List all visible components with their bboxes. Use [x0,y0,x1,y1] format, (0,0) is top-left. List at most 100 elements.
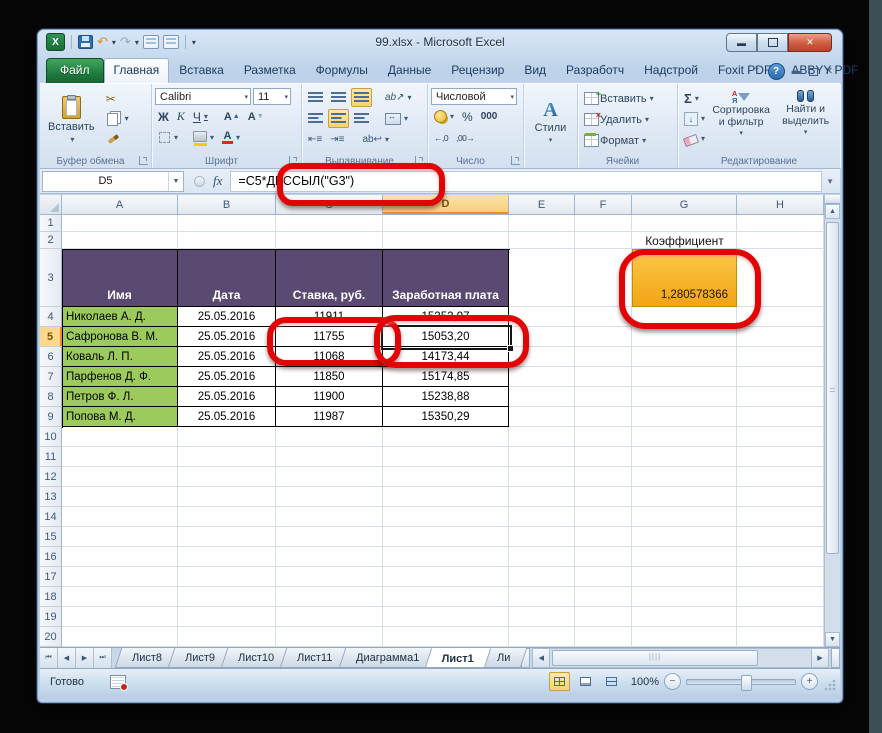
horizontal-scroll-thumb[interactable] [552,650,757,666]
next-sheet-icon[interactable]: ▶ [76,648,94,668]
cell-salary-d9[interactable]: 15350,29 [383,407,509,427]
orientation-button[interactable]: ab↗ [382,88,415,107]
table-header-cell-A3[interactable]: Имя [62,249,178,307]
row-header-19[interactable]: 19 [40,607,62,627]
row-header-9[interactable]: 9 [40,407,62,427]
insert-cells-button[interactable]: Вставить [581,89,657,108]
close-button[interactable]: ✕ [788,33,832,52]
table-header-cell-B3[interactable]: Дата [178,249,276,307]
zoom-out-button[interactable]: − [664,673,681,690]
cell-salary-d4[interactable]: 15252,97 [383,307,509,327]
vertical-split-handle[interactable] [825,195,840,204]
cell-rate-c9[interactable]: 11987 [276,407,383,427]
table-header-cell-D3[interactable]: Заработная плата [383,249,509,307]
scrollbar-splitter[interactable] [831,648,840,668]
cell-date-b5[interactable]: 25.05.2016 [178,327,276,347]
increase-font-button[interactable]: А▲ [221,107,243,126]
wrap-text-button[interactable]: ab↩ [359,130,392,149]
ribbon-tab-главная[interactable]: Главная [104,58,170,83]
bold-button[interactable]: Ж [155,107,172,126]
cell-date-b8[interactable]: 25.05.2016 [178,387,276,407]
row-header-18[interactable]: 18 [40,587,62,607]
comma-style-button[interactable]: 000 [478,107,501,126]
row-header-13[interactable]: 13 [40,487,62,507]
row-header-2[interactable]: 2 [40,232,62,249]
ribbon-tab-разметка[interactable]: Разметка [234,58,306,83]
zoom-level[interactable]: 100% [627,676,659,688]
cell-name-a6[interactable]: Коваль Л. П. [62,347,178,367]
cell-salary-d8[interactable]: 15238,88 [383,387,509,407]
clipboard-dialog-launcher[interactable] [139,156,148,165]
column-header-F[interactable]: F [575,195,632,214]
row-header-7[interactable]: 7 [40,367,62,387]
cell-rate-c8[interactable]: 11900 [276,387,383,407]
ribbon-tab-разработч[interactable]: Разработч [556,58,634,83]
column-header-B[interactable]: B [178,195,276,214]
ribbon-tab-данные[interactable]: Данные [378,58,441,83]
decrease-decimal-button[interactable]: ,00→ [453,128,477,147]
number-dialog-launcher[interactable] [511,156,520,165]
align-right-button[interactable] [351,109,372,128]
row-header-16[interactable]: 16 [40,547,62,567]
horizontal-scroll-track[interactable] [550,648,811,668]
cell-name-a9[interactable]: Попова М. Д. [62,407,178,427]
cell-date-b9[interactable]: 25.05.2016 [178,407,276,427]
row-header-1[interactable]: 1 [40,215,62,232]
fill-button[interactable]: ↓ [681,109,708,128]
delete-cells-button[interactable]: Удалить [581,110,652,129]
row-header-4[interactable]: 4 [40,307,62,327]
alignment-dialog-launcher[interactable] [415,156,424,165]
last-sheet-icon[interactable]: ⏭ [94,648,112,668]
row-header-17[interactable]: 17 [40,567,62,587]
book-restore-icon[interactable] [809,68,818,76]
column-header-C[interactable]: C [276,195,383,214]
previous-sheet-icon[interactable]: ◀ [58,648,76,668]
cell-name-a4[interactable]: Николаев А. Д. [62,307,178,327]
find-select-button[interactable]: Найти и выделить ▾ [774,87,837,153]
row-header-11[interactable]: 11 [40,447,62,467]
resize-grip[interactable] [824,679,836,691]
cell-rate-c5[interactable]: 11755 [276,327,383,347]
cell-styles-button[interactable]: А Стили ▾ [527,87,574,157]
row-header-6[interactable]: 6 [40,347,62,367]
sheet-grid[interactable]: 1234567891011121314151617181920Коэффицие… [40,215,824,647]
fill-color-button[interactable] [190,128,217,147]
cell-name-a7[interactable]: Парфенов Д. Ф. [62,367,178,387]
font-color-button[interactable]: А [219,128,243,147]
font-name-select[interactable]: Calibri▾ [155,88,251,105]
paste-button[interactable]: Вставить [43,87,100,153]
name-box-dropdown-icon[interactable]: ▼ [168,172,183,191]
restore-button[interactable] [757,33,788,52]
book-close-icon[interactable]: ✕ [825,66,833,77]
formula-input[interactable]: =C5*ДВССЫЛ("G3") [230,171,822,192]
align-left-button[interactable] [305,109,326,128]
page-layout-view-button[interactable] [575,672,596,691]
align-center-button[interactable] [328,109,349,128]
ribbon-tab-надстрой[interactable]: Надстрой [634,58,708,83]
align-bottom-button[interactable] [351,88,372,107]
book-minimize-icon[interactable]: ▬ [792,66,802,77]
cell-date-b4[interactable]: 25.05.2016 [178,307,276,327]
scroll-down-icon[interactable]: ▼ [825,632,840,647]
horizontal-scrollbar[interactable]: ◀ ▶ [532,648,840,668]
row-header-3[interactable]: 3 [40,249,62,307]
normal-view-button[interactable] [549,672,570,691]
cell-rate-c4[interactable]: 11911 [276,307,383,327]
align-top-button[interactable] [305,88,326,107]
row-header-20[interactable]: 20 [40,627,62,647]
sheet-tab-Лист1[interactable]: Лист1 [425,648,492,668]
expand-formula-bar-icon[interactable]: ▼ [826,177,834,186]
vertical-scroll-track[interactable] [825,219,840,632]
increase-decimal-button[interactable]: ←,0 [431,128,451,147]
ribbon-tab-рецензир[interactable]: Рецензир [441,58,514,83]
column-header-A[interactable]: A [62,195,178,214]
cell-salary-d7[interactable]: 15174,85 [383,367,509,387]
cell-date-b7[interactable]: 25.05.2016 [178,367,276,387]
macro-record-icon[interactable] [110,675,126,689]
cell-name-a8[interactable]: Петров Ф. Л. [62,387,178,407]
name-box[interactable]: D5 ▼ [42,171,184,192]
insert-function-icon[interactable]: fx [213,173,222,189]
format-painter-button[interactable] [103,129,132,148]
ribbon-tab-формулы[interactable]: Формулы [306,58,378,83]
cell-salary-d6[interactable]: 14173,44 [383,347,509,367]
